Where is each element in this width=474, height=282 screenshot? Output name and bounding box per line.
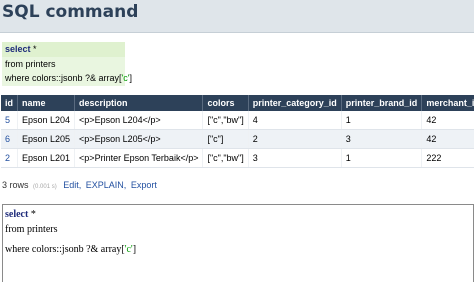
table-cell: ["c","bw"] <box>202 148 249 168</box>
table-row: 2 Epson L201 <p>Printer Epson Terbaik</p… <box>1 148 474 168</box>
edit-link[interactable]: Edit, <box>63 180 81 190</box>
query-line-3-str: 'c' <box>121 73 130 83</box>
table-cell: Epson L205 <box>17 129 76 149</box>
editor-line-3-b[interactable]: ] <box>133 244 136 255</box>
row-id-link[interactable]: 5 <box>1 111 18 130</box>
table-cell: 4 <box>248 111 342 130</box>
table-cell: <p>Epson L204</p> <box>74 111 204 130</box>
table-cell: <p>Epson L205</p> <box>74 129 204 149</box>
page-header: SQL command <box>0 0 474 33</box>
table-cell: Epson L204 <box>17 111 76 130</box>
editor-line-3-a[interactable]: where colors::jsonb ?& array[ <box>5 244 125 255</box>
editor-line-1[interactable]: select * <box>3 209 473 221</box>
id-link[interactable]: 5 <box>5 115 10 125</box>
result-summary: 3 rows (0.001 s) Edit, EXPLAIN, Export <box>2 180 157 190</box>
query-line-2: from printers <box>5 58 56 69</box>
table-row: 5 Epson L204 <p>Epson L204</p> ["c","bw"… <box>1 111 474 130</box>
id-link[interactable]: 2 <box>5 153 10 163</box>
row-id-link[interactable]: 2 <box>1 148 18 168</box>
column-header[interactable]: printer_brand_id <box>341 95 423 111</box>
select-keyword: select <box>5 44 31 54</box>
explain-link[interactable]: EXPLAIN, <box>86 180 127 190</box>
query-line-3-b: ] <box>129 73 133 83</box>
table-cell: 42 <box>421 129 474 149</box>
table-cell: 3 <box>341 129 423 149</box>
column-header[interactable]: colors <box>202 95 249 111</box>
page-title: SQL command <box>2 2 139 22</box>
table-row: 6 Epson L205 <p>Epson L205</p> ["c"] 2 3… <box>1 129 474 149</box>
column-header[interactable]: printer_category_id <box>248 95 342 111</box>
row-count: 3 rows <box>2 180 29 190</box>
column-header[interactable]: name <box>17 95 76 111</box>
select-rest: * <box>30 44 37 54</box>
row-id-link[interactable]: 6 <box>1 129 18 149</box>
column-header[interactable]: description <box>74 95 204 111</box>
table-cell: 42 <box>421 111 474 130</box>
editor-line-2[interactable]: from printers <box>3 224 473 236</box>
table-header-row: id name description colors printer_categ… <box>1 95 474 111</box>
table-cell: 3 <box>248 148 342 168</box>
column-header[interactable]: id <box>1 95 18 111</box>
table-cell: 222 <box>421 148 474 168</box>
table-cell: 1 <box>341 148 423 168</box>
editor-select-keyword[interactable]: select <box>5 209 28 220</box>
table-cell: Epson L201 <box>17 148 76 168</box>
results-table: id name description colors printer_categ… <box>1 95 474 168</box>
query-display: select * from printers where colors::jso… <box>2 42 132 86</box>
table-cell: ["c"] <box>202 129 249 149</box>
table-cell: 1 <box>341 111 423 130</box>
query-line-3: where colors::jsonb ?& array['c'] <box>2 71 132 86</box>
table-cell: <p>Printer Epson Terbaik</p> <box>74 148 204 168</box>
query-line-1: select * <box>2 42 125 57</box>
id-link[interactable]: 6 <box>5 134 10 144</box>
query-time: (0.001 s) <box>33 184 57 190</box>
export-link[interactable]: Export <box>131 180 157 190</box>
column-header[interactable]: merchant_id <box>421 95 474 111</box>
editor-select-rest[interactable]: * <box>28 209 36 220</box>
table-cell: ["c","bw"] <box>202 111 249 130</box>
table-cell: 2 <box>248 129 342 149</box>
editor-line-3[interactable]: where colors::jsonb ?& array['c'] <box>3 244 473 256</box>
editor-line-3-str[interactable]: 'c' <box>125 244 133 255</box>
sql-editor[interactable]: select * from printers where colors::jso… <box>2 204 474 282</box>
query-line-3-a: where colors::jsonb ?& array[ <box>5 73 122 83</box>
